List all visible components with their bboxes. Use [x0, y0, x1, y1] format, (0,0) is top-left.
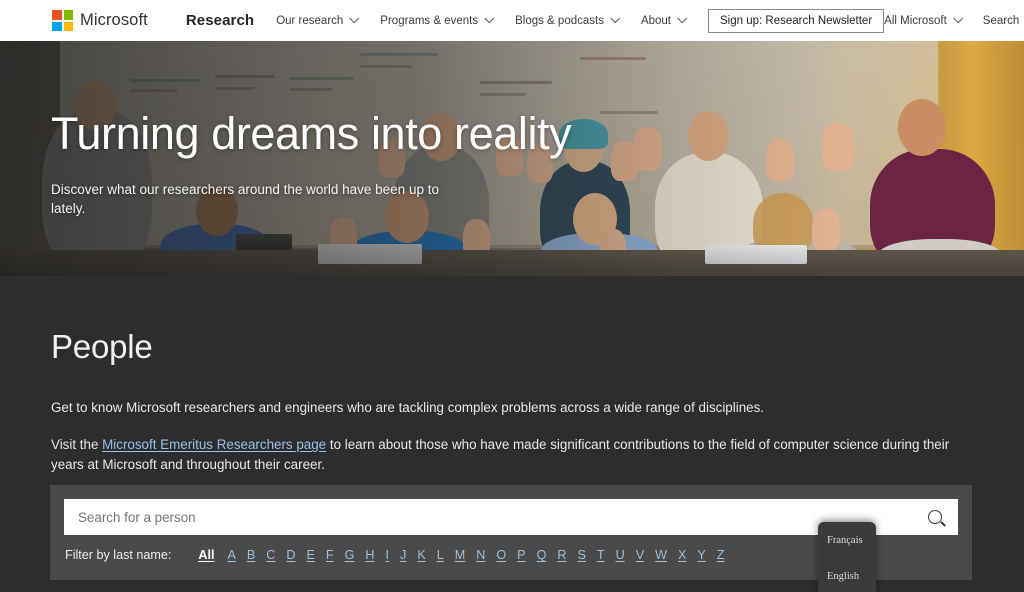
search-input[interactable]: [64, 509, 912, 525]
alpha-filter-d[interactable]: D: [286, 548, 295, 562]
alpha-filter-p[interactable]: P: [517, 548, 525, 562]
alpha-filter-all[interactable]: All: [198, 548, 214, 562]
intro-paragraph: Get to know Microsoft researchers and en…: [51, 400, 765, 415]
chevron-down-icon: [484, 13, 495, 24]
alpha-filter-t[interactable]: T: [597, 548, 605, 562]
nav-search-label: Search: [982, 14, 1020, 27]
alpha-filter-z[interactable]: Z: [717, 548, 725, 562]
chevron-down-icon: [610, 13, 621, 24]
nav-item-blogs-podcasts-label: Blogs & podcasts: [515, 14, 604, 27]
page-title: People: [51, 328, 153, 365]
newsletter-signup-button[interactable]: Sign up: Research Newsletter: [708, 8, 885, 33]
alpha-filter-f[interactable]: F: [326, 548, 334, 562]
alpha-filter-s[interactable]: S: [577, 548, 585, 562]
alpha-filter-w[interactable]: W: [655, 548, 667, 562]
language-option-english[interactable]: English: [818, 567, 876, 586]
alpha-filter-r[interactable]: R: [557, 548, 566, 562]
nav-right-group: All Microsoft Search: [884, 13, 1024, 27]
nav-item-our-research-label: Our research: [276, 14, 344, 27]
hero-subtitle: Discover what our researchers around the…: [51, 181, 439, 216]
hero-banner: Turning dreams into reality Discover wha…: [0, 41, 1024, 276]
microsoft-wordmark: Microsoft: [80, 11, 148, 29]
alpha-filter-l[interactable]: L: [437, 548, 444, 562]
alpha-filter-e[interactable]: E: [307, 548, 315, 562]
alpha-filter-k[interactable]: K: [417, 548, 425, 562]
language-selector-popup: Français English: [818, 522, 876, 592]
alpha-filter-g[interactable]: G: [345, 548, 355, 562]
all-microsoft-label: All Microsoft: [884, 14, 947, 27]
nav-item-programs-events-label: Programs & events: [380, 14, 479, 27]
top-navigation-bar: Microsoft Research Our research Programs…: [0, 0, 1024, 41]
alphabet-filter-row: Filter by last name: All A B C D E F G H…: [65, 548, 736, 562]
search-icon: [928, 510, 942, 524]
alpha-filter-b[interactable]: B: [247, 548, 255, 562]
nav-item-about[interactable]: About: [640, 13, 688, 27]
alpha-filter-x[interactable]: X: [678, 548, 686, 562]
alpha-filter-i[interactable]: I: [386, 548, 390, 562]
alpha-filter-m[interactable]: M: [455, 548, 466, 562]
alpha-filter-q[interactable]: Q: [537, 548, 547, 562]
all-microsoft-menu[interactable]: All Microsoft: [884, 13, 963, 27]
hero-title: Turning dreams into reality: [51, 108, 572, 159]
nav-item-our-research[interactable]: Our research: [276, 13, 360, 27]
search-submit-button[interactable]: [912, 499, 958, 535]
microsoft-logo-icon: [52, 10, 73, 31]
nav-search-button[interactable]: Search: [983, 15, 1024, 27]
alpha-filter-h[interactable]: H: [365, 548, 374, 562]
nav-item-about-label: About: [640, 14, 672, 27]
alpha-filter-y[interactable]: Y: [697, 548, 705, 562]
nav-links: Our research Programs & events Blogs & p…: [276, 13, 708, 27]
alpha-filter-c[interactable]: C: [266, 548, 275, 562]
microsoft-logo[interactable]: Microsoft: [52, 10, 148, 31]
emeritus-paragraph: Visit the Microsoft Emeritus Researchers…: [51, 435, 976, 475]
nav-item-blogs-podcasts[interactable]: Blogs & podcasts: [515, 13, 621, 27]
hero-text-block: Turning dreams into reality Discover wha…: [51, 108, 572, 218]
chevron-down-icon: [677, 13, 688, 24]
brand-research-label[interactable]: Research: [186, 12, 254, 29]
filter-by-last-name-label: Filter by last name:: [65, 548, 172, 562]
chevron-down-icon: [953, 13, 963, 24]
alpha-filter-u[interactable]: U: [616, 548, 625, 562]
language-option-francais[interactable]: Français: [818, 531, 876, 550]
alpha-filter-v[interactable]: V: [636, 548, 644, 562]
alpha-filter-o[interactable]: O: [496, 548, 506, 562]
emeritus-paragraph-prefix: Visit the: [51, 437, 103, 452]
alpha-filter-a[interactable]: A: [227, 548, 235, 562]
chevron-down-icon: [349, 13, 360, 24]
emeritus-researchers-link[interactable]: Microsoft Emeritus Researchers page: [102, 437, 326, 452]
alpha-filter-j[interactable]: J: [400, 548, 406, 562]
alpha-filter-n[interactable]: N: [476, 548, 485, 562]
nav-item-programs-events[interactable]: Programs & events: [380, 13, 495, 27]
